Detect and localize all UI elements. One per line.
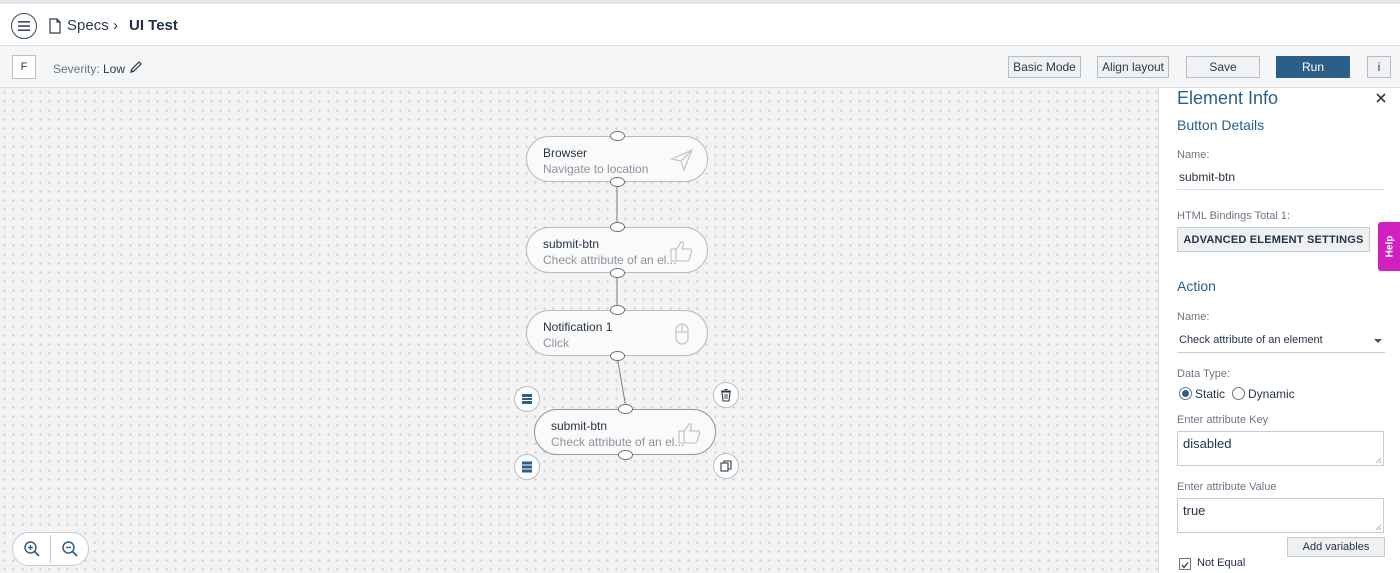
action-heading: Action [1177,278,1216,294]
output-port[interactable] [610,268,625,278]
advanced-element-settings-button[interactable]: ADVANCED ELEMENT SETTINGS [1177,227,1370,252]
output-port[interactable] [610,351,625,361]
attribute-value-input[interactable]: true [1177,498,1384,533]
flow-node[interactable]: Notification 1 Click [526,310,708,356]
pencil-icon[interactable] [129,60,143,74]
run-button[interactable]: Run [1276,56,1350,78]
output-port[interactable] [618,450,633,460]
basic-mode-button[interactable]: Basic Mode [1008,56,1081,78]
flow-node-selected[interactable]: submit-btn Check attribute of an el... [534,409,716,455]
node-title: submit-btn [543,237,600,251]
output-port[interactable] [610,177,625,187]
attribute-value-value: true [1183,503,1206,518]
action-select-value: Check attribute of an element [1179,334,1323,346]
attribute-key-label: Enter attribute Key [1177,414,1269,426]
breadcrumb-separator: › [113,17,118,34]
trash-icon [721,388,731,402]
document-icon [49,18,61,34]
static-radio[interactable] [1179,387,1192,400]
static-radio-label: Static [1195,387,1226,401]
list-icon [522,394,532,404]
action-name-label: Name: [1177,311,1210,323]
attribute-key-value: disabled [1183,436,1232,451]
zoom-controls [12,532,89,566]
node-settings-button[interactable] [514,454,540,480]
f-button[interactable]: F [12,55,36,79]
node-details-button[interactable] [514,386,540,412]
input-port[interactable] [610,131,625,141]
resize-grip-icon[interactable] [1375,457,1382,464]
align-layout-button[interactable]: Align layout [1097,56,1169,78]
button-details-heading: Button Details [1177,117,1265,133]
dynamic-radio-label: Dynamic [1248,387,1295,401]
severity-label: Severity: [53,62,100,76]
attribute-value-label: Enter attribute Value [1177,481,1277,493]
help-label: Help [1383,235,1395,258]
breadcrumb-specs-link[interactable]: Specs [67,17,109,34]
severity-value[interactable]: Low [103,62,125,76]
top-bar: Specs › UI Test [0,0,1400,46]
zoom-in-icon [24,541,40,557]
menu-icon [18,21,30,31]
element-info-panel: Element Info Button Details Name: submit… [1158,88,1400,573]
toolbar: F Severity: Low Basic Mode Align layout … [0,46,1400,88]
zoom-out-icon [62,541,78,557]
mouse-icon [675,323,689,345]
data-type-label: Data Type: [1177,368,1230,380]
duplicate-node-button[interactable] [713,453,739,479]
name-field[interactable]: submit-btn [1179,170,1235,184]
zoom-in-button[interactable] [13,533,51,565]
node-title: Notification 1 [543,320,613,334]
input-port[interactable] [610,305,625,315]
save-button[interactable]: Save [1186,56,1260,78]
html-bindings-label: HTML Bindings Total 1: [1177,210,1291,222]
copy-icon [720,460,732,472]
not-equal-checkbox[interactable] [1179,558,1191,570]
database-icon [522,461,532,473]
node-title: submit-btn [551,419,608,433]
caret-down-icon [1374,339,1382,343]
flow-node[interactable]: submit-btn Check attribute of an el... [526,227,708,273]
info-button[interactable]: i [1367,56,1391,78]
flow-node[interactable]: Browser Navigate to location [526,136,708,182]
thumbs-up-icon [670,241,693,262]
name-field-underline [1177,189,1385,190]
connection-line [616,355,627,409]
name-label: Name: [1177,149,1210,161]
node-subtitle: Check attribute of an el... [551,435,685,449]
action-select[interactable]: Check attribute of an element [1177,331,1385,353]
send-icon [669,148,694,172]
dynamic-radio[interactable] [1232,387,1245,400]
close-icon[interactable] [1373,90,1389,106]
attribute-key-input[interactable]: disabled [1177,431,1384,466]
input-port[interactable] [618,404,633,414]
zoom-out-button[interactable] [51,533,89,565]
panel-title: Element Info [1177,88,1279,108]
hamburger-menu-button[interactable] [11,13,37,39]
flow-canvas[interactable]: Browser Navigate to location submit-btn … [0,88,1158,573]
not-equal-label: Not Equal [1197,557,1246,569]
node-subtitle: Navigate to location [543,162,649,176]
node-subtitle: Check attribute of an el... [543,253,677,267]
add-variables-button[interactable]: Add variables [1287,537,1385,557]
resize-grip-icon[interactable] [1375,524,1382,531]
input-port[interactable] [610,222,625,232]
help-tab[interactable]: Help [1378,222,1400,271]
delete-node-button[interactable] [713,382,739,408]
node-subtitle: Click [543,336,569,350]
node-title: Browser [543,146,588,160]
thumbs-up-icon [678,423,701,444]
page-title: UI Test [129,17,178,34]
check-icon [1181,562,1189,569]
